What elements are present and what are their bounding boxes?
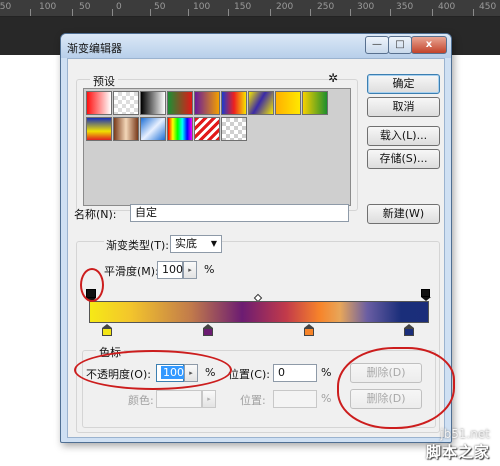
ruler-label: 0 — [116, 2, 122, 12]
gradient-type-select[interactable]: 实底 ▼ — [170, 235, 222, 253]
gradient-type-label: 渐变类型(T): — [104, 237, 172, 253]
annotation-circle — [74, 350, 232, 390]
watermark: jb51.net 脚本之家 — [426, 427, 490, 462]
ruler-label: 350 — [396, 2, 414, 12]
gear-icon[interactable]: ✲ — [328, 71, 338, 85]
color-label: 颜色: — [128, 394, 154, 407]
name-label: 名称(N): — [74, 208, 117, 221]
annotation-circle — [80, 268, 104, 302]
preset-swatch[interactable] — [140, 117, 166, 141]
ruler-label: 100 — [39, 2, 57, 12]
load-button[interactable]: 载入(L)... — [367, 126, 440, 146]
preset-swatch[interactable] — [248, 91, 274, 115]
watermark-text: 脚本之家 — [425, 443, 490, 461]
name-input[interactable]: 自定 — [130, 204, 349, 222]
horizontal-ruler: 150 100 50 0 50 100 150 200 250 300 350 … — [0, 0, 500, 17]
preset-swatch[interactable] — [275, 91, 301, 115]
color-position-label: 位置: — [240, 394, 266, 407]
minimize-button[interactable]: — — [365, 36, 389, 54]
opacity-stop[interactable] — [421, 289, 431, 301]
color-position-unit: % — [321, 392, 332, 405]
smoothness-label: 平滑度(M): — [104, 265, 159, 278]
ruler-label: 150 — [234, 2, 252, 12]
ruler-label: 300 — [357, 2, 375, 12]
preset-swatches — [83, 88, 351, 206]
preset-swatch[interactable] — [167, 117, 193, 141]
preset-swatch[interactable] — [302, 91, 328, 115]
ruler-label: 50 — [79, 2, 91, 12]
close-button[interactable]: x — [411, 36, 447, 54]
preset-swatch[interactable] — [194, 117, 220, 141]
preset-swatch[interactable] — [113, 91, 139, 115]
opacity-position-unit: % — [321, 366, 332, 379]
dropdown-arrow-icon: ▼ — [210, 239, 217, 248]
ruler-label: 450 — [479, 2, 497, 12]
presets-label: 预设 — [90, 73, 118, 89]
color-stop[interactable] — [304, 324, 314, 336]
smoothness-arrow-icon[interactable]: ▸ — [183, 261, 197, 279]
ruler-label: 250 — [317, 2, 335, 12]
preset-swatch[interactable] — [86, 91, 112, 115]
color-stop[interactable] — [404, 324, 414, 336]
color-stop[interactable] — [203, 324, 213, 336]
gradient-bar[interactable] — [89, 301, 429, 323]
cancel-button[interactable]: 取消 — [367, 97, 440, 117]
smoothness-input[interactable]: 100 — [157, 261, 183, 279]
opacity-position-label: 位置(C): — [228, 368, 270, 381]
smoothness-unit: % — [204, 263, 215, 276]
preset-swatch[interactable] — [167, 91, 193, 115]
ruler-label: 150 — [0, 2, 12, 12]
opacity-position-input[interactable]: 0 — [273, 364, 317, 382]
color-stop[interactable] — [102, 324, 112, 336]
ruler-label: 200 — [276, 2, 294, 12]
preset-swatch[interactable] — [221, 117, 247, 141]
ruler-label: 50 — [154, 2, 166, 12]
watermark-site: jb51.net — [440, 427, 490, 441]
preset-swatch[interactable] — [113, 117, 139, 141]
save-preset-button[interactable]: 存储(S)... — [367, 149, 440, 169]
preset-swatch[interactable] — [140, 91, 166, 115]
title-bar[interactable]: 渐变编辑器 — □ x — [61, 34, 451, 58]
color-position-input[interactable] — [273, 390, 317, 408]
color-swatch-field[interactable] — [156, 390, 202, 408]
preset-swatch[interactable] — [86, 117, 112, 141]
ruler-label: 100 — [193, 2, 211, 12]
ok-button[interactable]: 确定 — [367, 74, 440, 94]
annotation-circle — [337, 347, 455, 429]
new-button[interactable]: 新建(W) — [367, 204, 440, 224]
maximize-button[interactable]: □ — [388, 36, 412, 54]
ruler-label: 400 — [438, 2, 456, 12]
preset-swatch[interactable] — [221, 91, 247, 115]
gradient-type-value: 实底 — [175, 237, 197, 250]
color-arrow-icon[interactable]: ▸ — [202, 390, 216, 408]
window-title: 渐变编辑器 — [67, 42, 122, 55]
preset-swatch[interactable] — [194, 91, 220, 115]
